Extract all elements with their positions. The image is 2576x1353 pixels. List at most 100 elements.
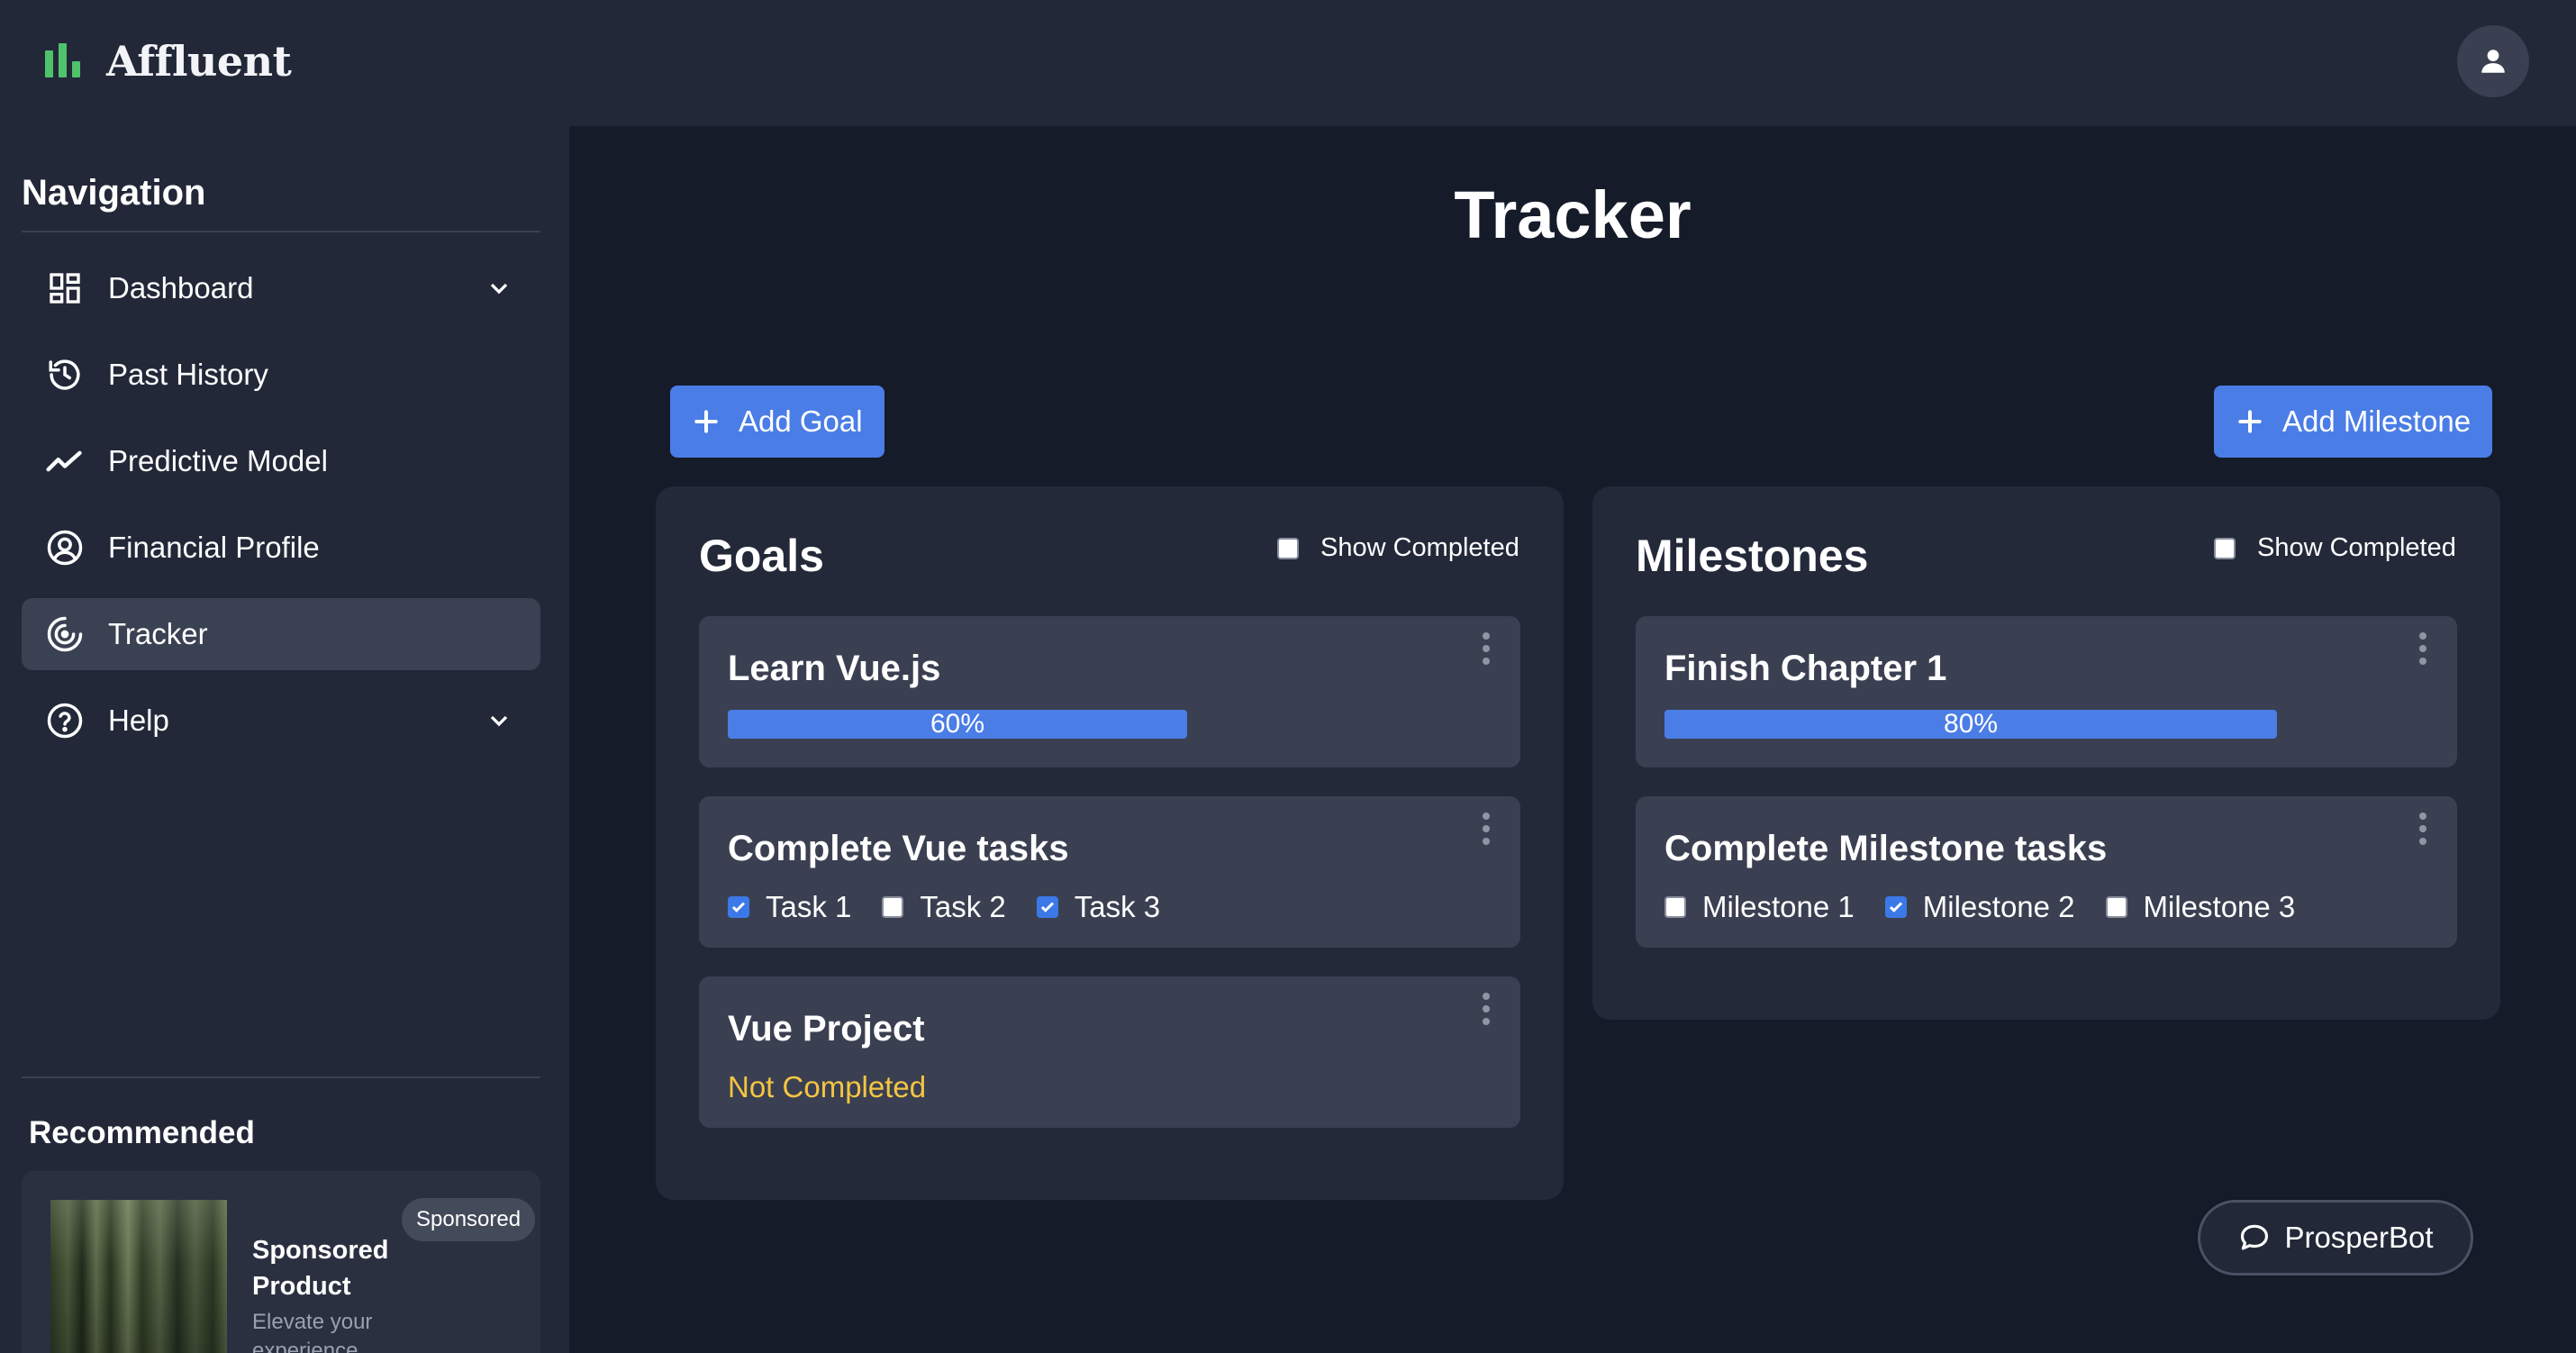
task-item[interactable]: Task 1 [728,890,851,924]
goal-progress-bar: 60% [728,710,1187,739]
milestone-label: Milestone 1 [1702,890,1855,923]
goal-title: Vue Project [728,1009,925,1049]
milestone-item[interactable]: Milestone 2 [1884,890,2075,924]
recommended-divider [22,1076,540,1078]
sidebar-item-label: Dashboard [108,271,254,304]
bar-chart-logo-icon [43,41,83,81]
sidebar-item-label: Predictive Model [108,444,328,477]
app-name: Affluent [106,37,292,86]
milestone-item[interactable]: Milestone 3 [2105,890,2296,924]
goals-show-completed-toggle[interactable]: Show Completed [1277,533,1519,563]
milestones-panel: Milestones Show Completed Finish Chapter… [1592,486,2500,1020]
task-checkbox[interactable] [1036,896,1058,918]
sidebar-item-label: Tracker [108,617,208,650]
more-options-icon[interactable] [2417,632,2428,665]
sponsored-badge: Sponsored [402,1198,536,1241]
goal-card-status[interactable]: Vue Project Not Completed [699,976,1520,1128]
milestone-item[interactable]: Milestone 1 [1664,890,1855,924]
milestone-card-tasks[interactable]: Complete Milestone tasks Milestone 1 Mil… [1636,796,2457,948]
forest-product-image [50,1200,227,1353]
milestone-title: Complete Milestone tasks [1664,829,2108,868]
help-circle-icon [45,701,85,740]
chevron-down-icon[interactable] [485,706,513,735]
milestone-progress-label: 80% [1943,709,1999,739]
milestones-show-completed-toggle[interactable]: Show Completed [2214,533,2456,563]
page-title: Tracker [1454,177,1692,252]
task-list: Task 1 Task 2 Task 3 [728,890,1191,924]
sidebar-item-label: Past History [108,358,268,391]
task-item[interactable]: Task 2 [882,890,1006,924]
goal-status: Not Completed [728,1070,927,1103]
user-circle-icon [45,528,85,568]
prosperbot-label: ProsperBot [2284,1221,2434,1254]
task-checkbox[interactable] [882,896,904,918]
sidebar-item-past-history[interactable]: Past History [22,339,540,411]
milestone-label: Milestone 3 [2143,890,2296,923]
chevron-down-icon[interactable] [485,274,513,303]
history-icon [45,355,85,395]
more-options-icon[interactable] [1481,632,1492,665]
trend-line-icon [45,441,85,481]
recommended-title: Recommended [29,1115,255,1150]
add-goal-button[interactable]: Add Goal [670,386,884,458]
goals-panel: Goals Show Completed Learn Vue.js 60% Co… [656,486,1564,1200]
show-completed-checkbox[interactable] [2214,537,2236,559]
nav-title: Navigation [22,173,206,213]
milestone-task-list: Milestone 1 Milestone 2 Milestone 3 [1664,890,2326,924]
milestone-progress-bar: 80% [1664,710,2277,739]
task-item[interactable]: Task 3 [1036,890,1161,924]
user-avatar-button[interactable] [2457,25,2529,97]
add-milestone-button[interactable]: Add Milestone [2214,386,2493,458]
more-options-icon[interactable] [2417,813,2428,845]
goal-progress-label: 60% [930,709,985,739]
sidebar-item-label: Help [108,704,169,737]
goal-title: Learn Vue.js [728,649,941,688]
milestone-card-progress[interactable]: Finish Chapter 1 80% [1636,616,2457,767]
user-icon [2481,50,2505,73]
brand[interactable]: Affluent [43,32,292,90]
plus-icon [694,410,718,433]
target-icon [45,614,85,654]
add-goal-label: Add Goal [739,404,863,438]
task-label: Task 2 [920,890,1006,923]
dashboard-icon [45,268,85,308]
sidebar-item-dashboard[interactable]: Dashboard [22,252,540,324]
top-bar: Affluent [0,0,2576,126]
add-milestone-label: Add Milestone [2282,404,2472,438]
more-options-icon[interactable] [1481,813,1492,845]
nav-list: Dashboard Past History Predictive Model [22,252,540,771]
sidebar-item-tracker[interactable]: Tracker [22,598,540,670]
checkmark-icon [1889,902,1902,913]
show-completed-label: Show Completed [2257,533,2456,562]
goal-title: Complete Vue tasks [728,829,1069,868]
checkmark-icon [1040,902,1054,913]
goal-card-progress[interactable]: Learn Vue.js 60% [699,616,1520,767]
sponsored-card[interactable]: Sponsored Sponsored Product Elevate your… [22,1171,540,1353]
task-label: Task 3 [1074,890,1161,923]
nav-divider [22,231,540,232]
chat-bubble-icon [2241,1224,2269,1250]
more-options-icon[interactable] [1481,993,1492,1025]
sidebar-item-financial-profile[interactable]: Financial Profile [22,512,540,584]
milestone-title: Finish Chapter 1 [1664,649,1947,688]
sponsored-product-name: Sponsored Product [252,1236,389,1301]
milestones-title: Milestones [1636,531,1869,581]
show-completed-label: Show Completed [1320,533,1519,562]
milestone-checkbox[interactable] [1884,896,1907,918]
milestone-checkbox[interactable] [2105,896,2127,918]
plus-icon [2238,410,2262,433]
sidebar-item-label: Financial Profile [108,531,320,564]
checkmark-icon [731,902,746,913]
prosperbot-button[interactable]: ProsperBot [2198,1200,2473,1276]
goals-title: Goals [699,531,824,581]
show-completed-checkbox[interactable] [1277,537,1299,559]
sidebar-item-help[interactable]: Help [22,685,540,757]
task-checkbox[interactable] [728,896,749,918]
sidebar: Navigation Dashboard Past History Predic… [0,126,569,1353]
milestone-label: Milestone 2 [1922,890,2075,923]
task-label: Task 1 [766,890,852,923]
milestone-checkbox[interactable] [1664,896,1686,918]
sponsored-product-desc: Elevate your experience [252,1310,373,1353]
sidebar-item-predictive-model[interactable]: Predictive Model [22,425,540,497]
goal-card-tasks[interactable]: Complete Vue tasks Task 1 Task 2 Task 3 [699,796,1520,948]
